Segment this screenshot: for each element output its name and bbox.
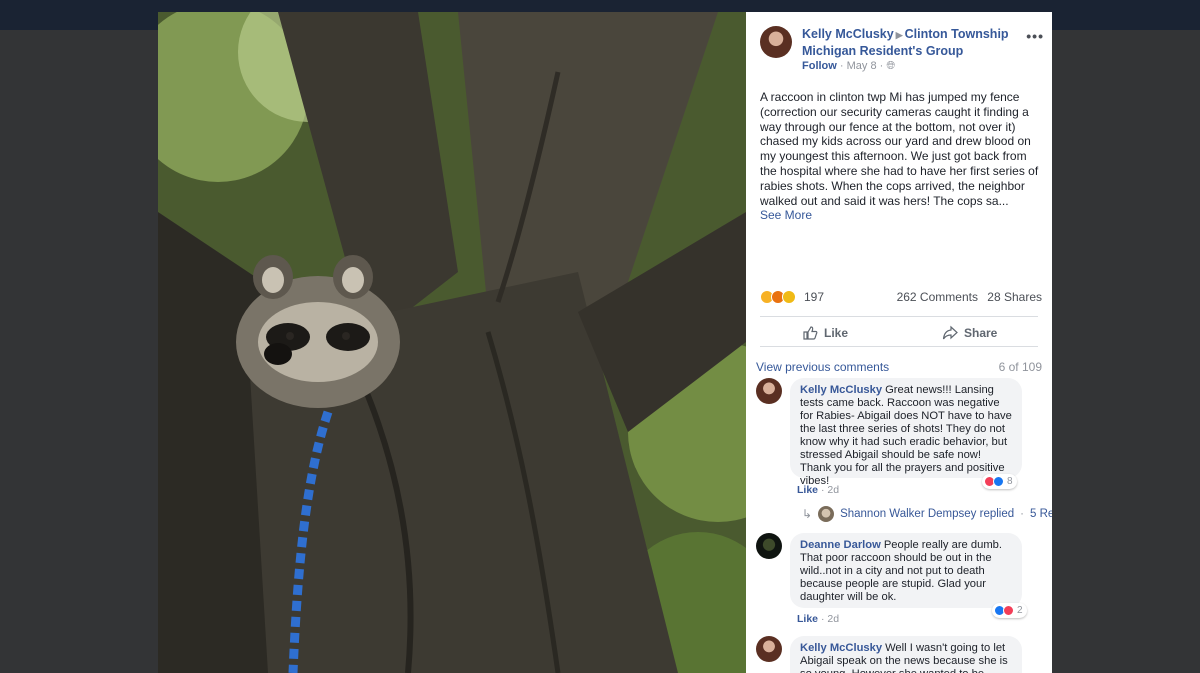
- sad-reaction-icon: [782, 290, 796, 304]
- author-avatar[interactable]: [760, 26, 792, 58]
- comment-bubble: Kelly McClusky Well I wasn't going to let…: [790, 636, 1022, 673]
- reaction-icons[interactable]: [760, 290, 796, 307]
- globe-icon: 🌐︎: [886, 60, 896, 72]
- divider: [760, 316, 1038, 317]
- like-button[interactable]: Like: [802, 325, 848, 341]
- more-options-icon[interactable]: •••: [1026, 28, 1044, 44]
- comments-page-count: 6 of 109: [998, 360, 1042, 374]
- comment-bubble: Deanne Darlow People really are dumb. Tha…: [790, 533, 1022, 608]
- post-date[interactable]: May 8: [847, 60, 877, 72]
- see-more-link[interactable]: See More: [760, 208, 1042, 223]
- post-body-text: A raccoon in clinton twp Mi has jumped m…: [760, 90, 1039, 208]
- author-name-link[interactable]: Kelly McClusky: [802, 27, 894, 41]
- thumbs-up-icon: [803, 326, 818, 340]
- post-meta: Follow · May 8 · 🌐︎: [802, 60, 895, 73]
- meta-separator: ·: [1020, 508, 1024, 520]
- replier-name: Shannon Walker Dempsey replied: [840, 508, 1015, 520]
- post-actions: Like Share: [760, 318, 1038, 346]
- comments-count-link[interactable]: 262 Comments: [897, 290, 978, 304]
- comment-bubble: Kelly McClusky Great news!!! Lansing test…: [790, 378, 1022, 487]
- caret-right-icon: ▶: [895, 30, 903, 40]
- comment-text: Great news!!! Lansing tests came back. R…: [800, 384, 1012, 487]
- commenter-avatar[interactable]: [756, 636, 782, 662]
- post-side-panel: Kelly McClusky ▶ Clinton Township Michigan…: [746, 12, 1052, 673]
- raccoon-in-tree-image: [158, 12, 746, 673]
- commenter-name[interactable]: Kelly McClusky: [800, 384, 882, 396]
- share-button[interactable]: Share: [942, 325, 997, 341]
- like-button-label: Like: [824, 326, 849, 340]
- comment-reactions[interactable]: 2: [992, 603, 1027, 618]
- replier-avatar: [818, 506, 835, 522]
- share-arrow-icon: [942, 325, 958, 340]
- reply-arrow-icon: ↳: [802, 507, 813, 521]
- share-button-label: Share: [964, 326, 998, 340]
- view-previous-comments-link[interactable]: View previous comments: [756, 360, 889, 374]
- reaction-count[interactable]: 197: [804, 290, 824, 304]
- shares-count-link[interactable]: 28 Shares: [987, 290, 1042, 304]
- commenter-name[interactable]: Deanne Darlow: [800, 539, 881, 551]
- replies-count: 5 Replies: [1029, 508, 1052, 520]
- engagement-counts: 262 Comments 28 Shares: [897, 290, 1042, 304]
- follow-link[interactable]: Follow: [802, 60, 837, 72]
- comment-reaction-count: 2: [1017, 605, 1023, 616]
- view-replies-link[interactable]: ↳ Shannon Walker Dempsey replied · 5 Rep…: [802, 506, 1052, 522]
- post-photo[interactable]: [158, 12, 746, 673]
- reactions-bar: 197 262 Comments 28 Shares: [760, 289, 1042, 307]
- meta-separator: ·: [839, 60, 847, 72]
- comment-reactions[interactable]: 8: [982, 474, 1017, 489]
- comment-like-link[interactable]: Like: [797, 484, 818, 496]
- comment-time[interactable]: 2d: [827, 613, 839, 625]
- love-reaction-icon: [1003, 605, 1014, 616]
- comment-meta: Like · 2d: [797, 613, 839, 625]
- comment-time[interactable]: 2d: [827, 484, 839, 496]
- like-reaction-icon: [993, 476, 1004, 487]
- comment-like-link[interactable]: Like: [797, 613, 818, 625]
- comment-reaction-count: 8: [1007, 476, 1013, 487]
- post-text: A raccoon in clinton twp Mi has jumped m…: [760, 90, 1042, 223]
- commenter-avatar[interactable]: [756, 533, 782, 559]
- commenter-name[interactable]: Kelly McClusky: [800, 642, 882, 654]
- commenter-avatar[interactable]: [756, 378, 782, 404]
- post-title: Kelly McClusky ▶ Clinton Township Michigan…: [802, 26, 1022, 59]
- divider: [760, 346, 1038, 347]
- comment-meta: Like · 2d: [797, 484, 839, 496]
